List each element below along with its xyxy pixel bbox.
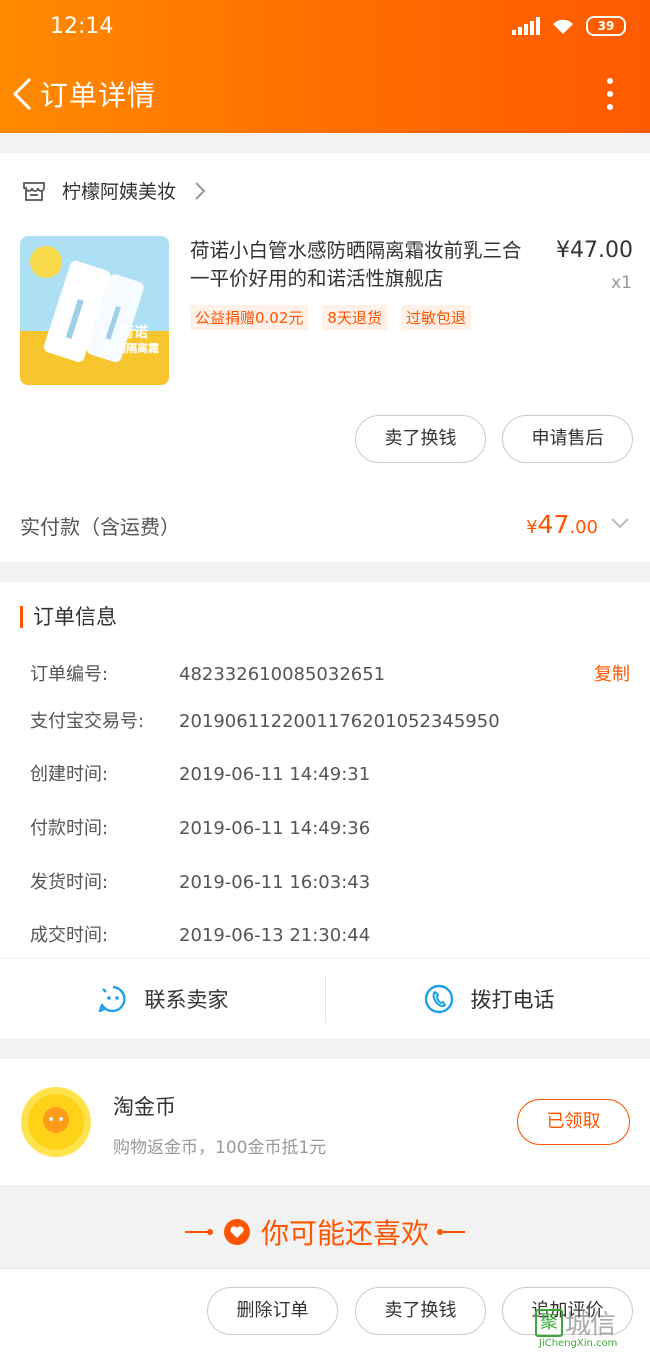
call-phone-button[interactable]: 拨打电话	[326, 959, 650, 1039]
status-icons: 39	[512, 16, 626, 36]
dot-icon	[607, 104, 613, 110]
product-title[interactable]: 荷诺小白管水感防晒隔离霜妆前乳三合一平价好用的和诺活性旗舰店	[190, 237, 540, 293]
product-quantity: x1	[611, 273, 632, 293]
page-title: 订单详情	[40, 79, 157, 112]
info-value: 2019-06-11 14:49:36	[179, 818, 371, 839]
currency-symbol: ¥	[526, 517, 538, 538]
amount-integer: 47	[537, 510, 570, 539]
watermark-logo: 聚 城信	[535, 1304, 616, 1341]
battery-icon: 39	[586, 16, 626, 36]
product-tags: 公益捐赠0.02元 8天退货 过敏包退	[190, 305, 471, 330]
info-value: 2019061122001176201052345950	[179, 711, 500, 732]
watermark-chars: 城信	[565, 1310, 616, 1340]
contact-seller-button[interactable]: 联系卖家	[0, 959, 325, 1039]
call-phone-label: 拨打电话	[470, 988, 555, 1012]
info-value: 2019-06-11 16:03:43	[179, 872, 371, 893]
product-image-sublabel: 防晒隔离霜	[104, 342, 159, 355]
decorative-line	[184, 1229, 213, 1235]
sell-for-cash-button[interactable]: 卖了换钱	[355, 415, 486, 463]
tag-charity: 公益捐赠0.02元	[190, 305, 309, 330]
paid-amount: ¥47.00	[526, 510, 598, 539]
info-row-deal-time: 成交时间: 2019-06-13 21:30:44	[30, 921, 370, 947]
chat-icon	[98, 985, 126, 1013]
copy-order-number-button[interactable]: 复制	[594, 660, 630, 686]
status-time: 12:14	[50, 14, 114, 39]
shop-name: 柠檬阿姨美妆	[62, 181, 177, 203]
info-label: 支付宝交易号:	[30, 711, 145, 732]
recommend-header: 你可能还喜欢	[0, 1202, 650, 1262]
shop-link[interactable]: 柠檬阿姨美妆	[22, 177, 206, 204]
product-image[interactable]: 荷诺 防晒隔离霜	[20, 236, 169, 385]
info-row-created-time: 创建时间: 2019-06-11 14:49:31	[30, 760, 370, 786]
dot-icon	[607, 78, 613, 84]
info-label: 订单编号:	[30, 664, 109, 685]
chevron-right-icon	[195, 181, 206, 200]
product-price: ¥47.00	[556, 238, 633, 263]
paid-amount-label: 实付款（含运费）	[20, 515, 180, 539]
info-row-alipay-number: 支付宝交易号: 2019061122001176201052345950	[30, 707, 500, 733]
chevron-down-icon[interactable]	[610, 517, 630, 529]
chevron-left-icon	[12, 77, 32, 111]
info-row-payment-time: 付款时间: 2019-06-11 14:49:36	[30, 814, 370, 840]
delete-order-button[interactable]: 删除订单	[207, 1287, 338, 1335]
info-value: 2019-06-13 21:30:44	[179, 925, 371, 946]
heart-icon	[223, 1219, 250, 1245]
contact-seller-label: 联系卖家	[144, 988, 229, 1012]
info-row-order-number: 订单编号: 482332610085032651	[30, 660, 385, 686]
watermark-url: JiChengXin.com	[539, 1338, 618, 1349]
coins-subtitle: 购物返金币，100金币抵1元	[113, 1138, 327, 1158]
dot-icon	[607, 91, 613, 97]
watermark: 聚 城信 JiChengXin.com	[535, 1300, 650, 1352]
info-label: 发货时间:	[30, 872, 109, 893]
tag-return: 8天退货	[322, 305, 387, 330]
back-button[interactable]	[10, 76, 40, 112]
amount-decimal: .00	[569, 517, 598, 538]
phone-icon	[424, 984, 453, 1014]
section-title: 订单信息	[20, 606, 117, 628]
product-image-label: 荷诺	[120, 325, 148, 341]
gold-coin-icon	[21, 1087, 91, 1157]
signal-icon	[512, 17, 540, 35]
decorative-line	[437, 1229, 465, 1235]
after-sale-button[interactable]: 申请售后	[502, 415, 633, 463]
info-label: 付款时间:	[30, 818, 109, 839]
coins-title: 淘金币	[113, 1095, 176, 1119]
app-header: 12:14 39 订单详情	[0, 0, 650, 133]
sell-for-cash-button[interactable]: 卖了换钱	[355, 1287, 486, 1335]
wifi-icon	[553, 19, 573, 34]
store-icon	[23, 181, 45, 201]
order-info-card: 订单信息 订单编号: 482332610085032651 复制 支付宝交易号: 2…	[0, 582, 650, 1038]
tag-allergy: 过敏包退	[400, 305, 471, 330]
contact-bar: 联系卖家 拨打电话	[0, 958, 650, 1038]
recommend-title: 你可能还喜欢	[260, 1217, 429, 1250]
info-value: 482332610085032651	[179, 664, 386, 685]
more-options-button[interactable]	[600, 78, 620, 110]
order-item-card: 柠檬阿姨美妆 荷诺 防晒隔离霜 荷诺小白管水感防晒隔离霜妆前乳三合一平价好用的和…	[0, 153, 650, 562]
info-row-shipping-time: 发货时间: 2019-06-11 16:03:43	[30, 868, 370, 894]
info-value: 2019-06-11 14:49:31	[179, 764, 371, 785]
watermark-logo-char: 聚	[535, 1308, 563, 1337]
info-label: 成交时间:	[30, 925, 109, 946]
info-label: 创建时间:	[30, 764, 109, 785]
taobao-coins-card: 淘金币 购物返金币，100金币抵1元 已领取	[0, 1059, 650, 1185]
product-photo-icon	[20, 236, 169, 385]
claimed-button[interactable]: 已领取	[517, 1099, 630, 1145]
